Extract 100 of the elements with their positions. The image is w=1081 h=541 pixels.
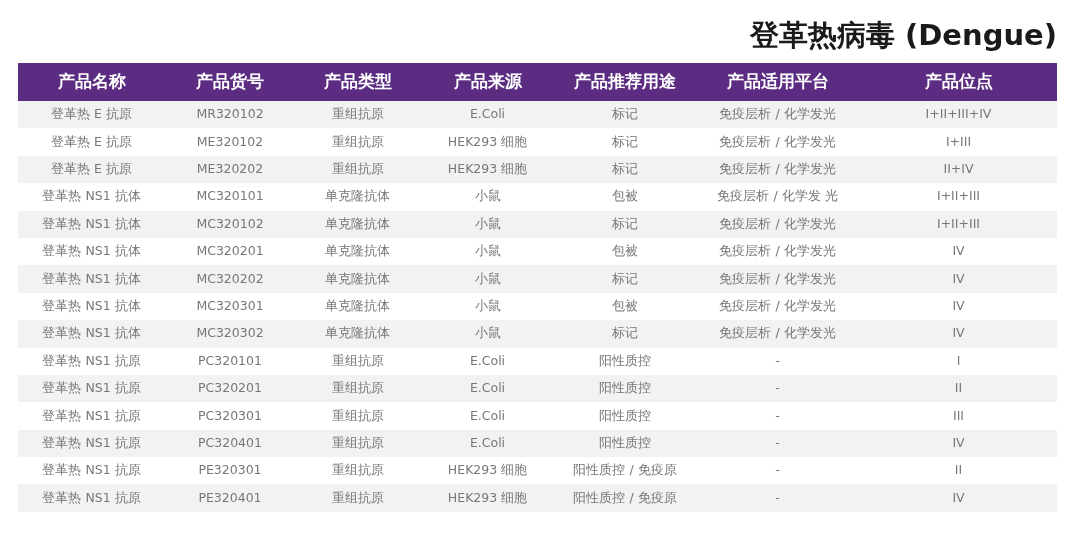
table-cell-text: 包被 — [612, 187, 638, 206]
table-cell: PC320201 — [198, 379, 262, 398]
table-cell: 小鼠 — [474, 242, 501, 261]
table-cell-text: 小鼠 — [474, 187, 501, 206]
table-cell: 重组抗原 — [331, 160, 384, 179]
table-cell-text: HEK293 细胞 — [447, 488, 528, 507]
table-cell-text: 免疫层析 / 化学发光 — [719, 132, 836, 151]
table-cell-text: 重组抗原 — [331, 351, 384, 370]
table-cell: IV — [952, 242, 965, 261]
table-cell-text: MC320101 — [196, 187, 264, 206]
table-cell-text: 登革热 NS1 抗体 — [42, 214, 141, 233]
page-title: 登革热病毒 (Dengue) — [749, 18, 1057, 52]
table-cell-text: 阳性质控 — [599, 351, 651, 370]
table-cell-text: 单克隆抗体 — [325, 269, 390, 288]
table-cell-text: E.Coli — [469, 434, 506, 452]
table-cell-text: MC320102 — [196, 214, 264, 233]
table-cell-text: 登革热 NS1 抗原 — [42, 351, 141, 370]
table-cell: 登革热 NS1 抗体 — [42, 297, 141, 316]
table-cell-text: PE320301 — [198, 461, 262, 480]
table-cell: E.Coli — [469, 379, 506, 398]
table-cell-text: 标记 — [612, 105, 638, 124]
table-cell-text: E.Coli — [469, 105, 506, 124]
table-cell-text: I — [956, 351, 961, 370]
table-cell-text: 免疫层析 / 化学发光 — [719, 269, 836, 288]
table-cell-text: III — [952, 406, 965, 425]
table-cell-text: 小鼠 — [474, 324, 501, 343]
table-cell-text: 小鼠 — [474, 214, 501, 233]
table-cell-text: 登革热 NS1 抗原 — [42, 434, 141, 452]
table-cell: MC320301 — [196, 297, 264, 316]
table-cell: 小鼠 — [474, 297, 501, 316]
table-cell-text: PC320301 — [198, 406, 262, 425]
table-cell: IV — [952, 297, 965, 316]
table-cell-text: MR320102 — [196, 105, 264, 124]
table-cell: MC320201 — [196, 242, 264, 261]
table-cell-text: MC320202 — [196, 269, 264, 288]
table-cell-text: HEK293 细胞 — [447, 461, 528, 480]
table-cell-text: 登革热 NS1 抗原 — [42, 406, 141, 425]
table-cell-text: - — [775, 488, 780, 507]
column-header: 产品名称 — [18, 63, 165, 101]
table-cell: 登革热 NS1 抗原 — [42, 379, 141, 398]
table-cell-text: 重组抗原 — [331, 406, 384, 425]
column-header: 产品推荐用途 — [555, 63, 695, 101]
table-cell-text: MC320302 — [196, 324, 264, 343]
table-cell-text: 单克隆抗体 — [325, 324, 390, 343]
table-cell-text: 免疫层析 / 化学发光 — [719, 214, 836, 233]
table-cell: ME320202 — [196, 160, 264, 179]
table-cell: II+IV — [943, 160, 974, 179]
table-cell-text: 标记 — [612, 269, 638, 288]
table-cell-text: IV — [952, 324, 965, 343]
table-cell-text: E.Coli — [469, 406, 506, 425]
column-header: 产品来源 — [420, 63, 555, 101]
table-cell-text: 免疫层析 / 化学发光 — [719, 324, 836, 343]
table-cell-text: 单克隆抗体 — [325, 187, 390, 206]
table-cell-text: 登革热 NS1 抗原 — [42, 461, 141, 480]
table-cell-text: 标记 — [612, 324, 638, 343]
table-cell-text: 阳性质控 / 免疫原 — [573, 488, 677, 507]
table-cell: 标记 — [612, 160, 638, 179]
table-cell-text: HEK293 细胞 — [447, 132, 528, 151]
column-header: 产品适用平台 — [695, 63, 860, 101]
table-cell-text: ME320102 — [196, 132, 264, 151]
table-cell-text: I+II+III — [936, 187, 981, 206]
table-cell: 重组抗原 — [331, 379, 384, 398]
table-cell-text: 标记 — [612, 132, 638, 151]
table-cell-text: IV — [952, 488, 965, 507]
table-cell-text: PE320401 — [198, 488, 262, 507]
table-cell-text: 重组抗原 — [331, 461, 384, 480]
column-header: 产品类型 — [295, 63, 420, 101]
table-cell-text: 免疫层析 / 化学发光 — [719, 105, 836, 124]
table-cell: 登革热 E 抗原 — [51, 160, 132, 179]
table-cell-text: 重组抗原 — [331, 488, 384, 507]
table-cell-text: IV — [952, 269, 965, 288]
table-cell-text: 阳性质控 — [599, 406, 651, 425]
table-cell-text: - — [775, 434, 780, 452]
table-cell-text: E.Coli — [469, 351, 506, 370]
table-cell-text: 登革热 E 抗原 — [51, 132, 132, 151]
table-cell-text: 重组抗原 — [331, 132, 384, 151]
table-cell-text: PC320101 — [198, 351, 262, 370]
table-cell-text: - — [775, 461, 780, 480]
table-cell: 登革热 NS1 抗体 — [42, 242, 141, 261]
table-cell-text: - — [775, 406, 780, 425]
table-cell-text: 小鼠 — [474, 269, 501, 288]
table-cell: 包被 — [612, 297, 638, 316]
table-cell: 免疫层析 / 化学发光 — [719, 297, 836, 316]
table-cell-text: 重组抗原 — [331, 105, 384, 124]
table-cell-text: 阳性质控 — [599, 434, 651, 452]
table-cell-text: 标记 — [612, 214, 638, 233]
table-cell: 包被 — [612, 242, 638, 261]
table-cell-text: 登革热 NS1 抗体 — [42, 269, 141, 288]
table-cell: 单克隆抗体 — [325, 242, 390, 261]
table-cell-text: 登革热 NS1 抗体 — [42, 324, 141, 343]
table-cell: 单克隆抗体 — [325, 297, 390, 316]
table-cell-text: 登革热 NS1 抗体 — [42, 187, 141, 206]
table-cell-text: I+II+III+IV — [925, 105, 992, 124]
table-cell: II — [954, 379, 963, 398]
table-cell-text: II — [954, 461, 963, 480]
table-cell-text: IV — [952, 434, 965, 452]
table-cell: 免疫层析 / 化学发光 — [719, 242, 836, 261]
table-cell-text: 单克隆抗体 — [325, 214, 390, 233]
table-cell: 免疫层析 / 化学发光 — [719, 160, 836, 179]
table-cell: 阳性质控 — [599, 379, 651, 398]
